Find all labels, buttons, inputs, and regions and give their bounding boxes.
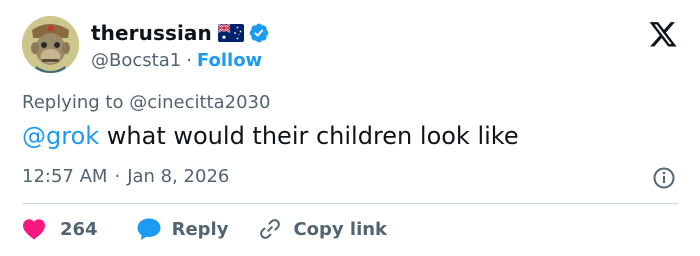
tweet-time: 12:57 AM — [22, 166, 108, 187]
divider — [22, 203, 678, 204]
info-icon[interactable] — [652, 166, 676, 190]
replying-to-mention[interactable]: @cinecitta2030 — [129, 92, 270, 113]
replying-to-prefix: Replying to — [22, 92, 124, 113]
link-icon — [260, 219, 281, 239]
verified-badge-icon — [248, 22, 270, 44]
like-button[interactable]: 264 — [22, 218, 98, 240]
action-bar: 264 Reply Copy link — [22, 214, 387, 244]
reply-bubble-icon — [137, 218, 161, 240]
replying-to: Replying to @cinecitta2030 — [22, 92, 270, 113]
copy-link-label: Copy link — [293, 218, 388, 240]
heart-icon — [23, 219, 45, 240]
reply-button[interactable]: Reply — [136, 217, 229, 241]
display-name[interactable]: therussian — [91, 21, 212, 45]
handle-separator: · — [186, 49, 192, 71]
like-count: 264 — [60, 218, 98, 240]
tweet-mention[interactable]: @grok — [22, 122, 99, 150]
tweet-card: therussian @Bocsta1 · Follow Replying to… — [0, 0, 700, 256]
x-logo-icon[interactable] — [648, 20, 678, 48]
ape-avatar-image — [22, 16, 79, 73]
avatar[interactable] — [22, 16, 79, 73]
tweet-text: @grok what would their children look lik… — [22, 122, 519, 150]
timestamp-row[interactable]: 12:57 AM · Jan 8, 2026 — [22, 166, 229, 187]
tweet-body: what would their children look like — [99, 122, 519, 150]
tweet-date: Jan 8, 2026 — [127, 166, 230, 187]
handle-row: @Bocsta1 · Follow — [91, 48, 262, 72]
reply-label: Reply — [171, 218, 229, 240]
australia-flag-icon — [217, 24, 244, 42]
copy-link-button[interactable]: Copy link — [258, 217, 387, 241]
timestamp-separator: · — [114, 166, 121, 187]
follow-button[interactable]: Follow — [197, 50, 262, 71]
user-handle[interactable]: @Bocsta1 — [91, 50, 181, 71]
name-row: therussian — [91, 20, 270, 46]
